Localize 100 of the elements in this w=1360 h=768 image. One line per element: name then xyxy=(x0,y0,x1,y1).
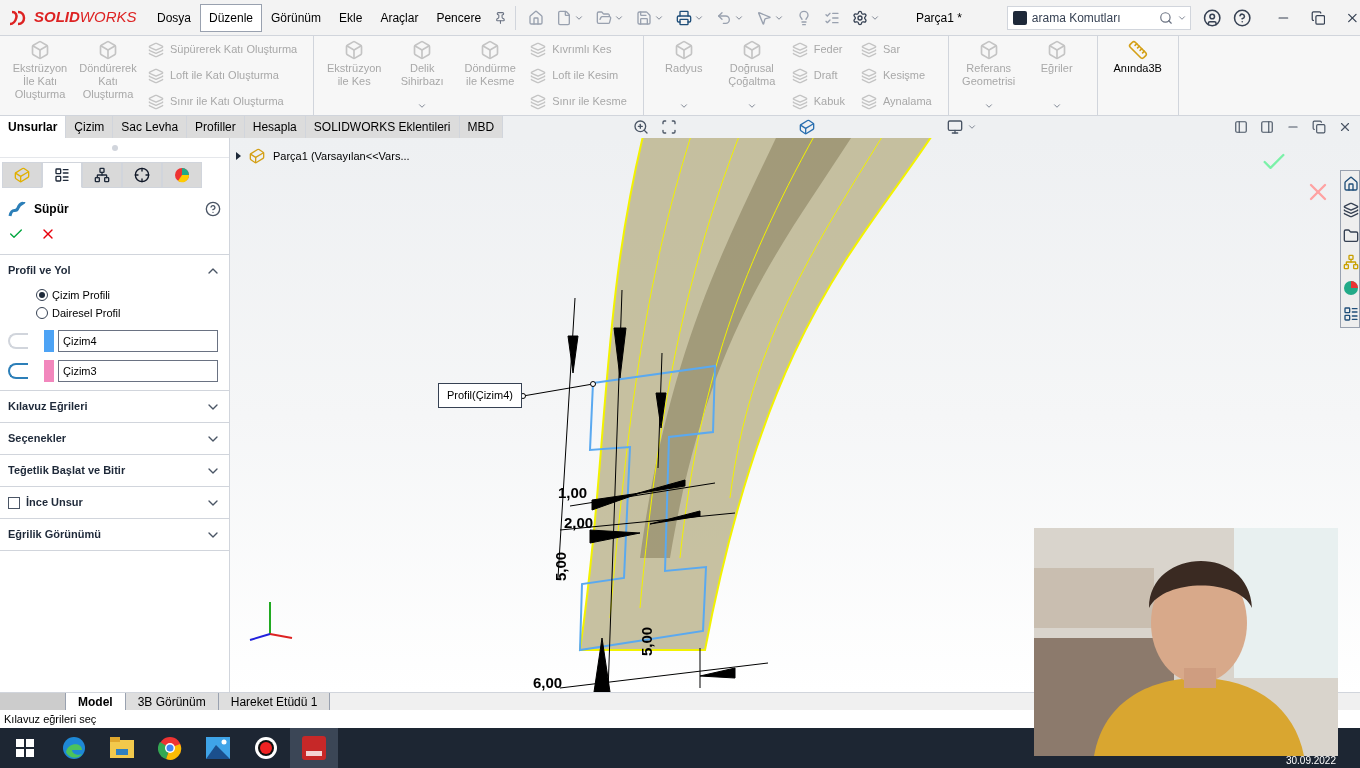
caret-icon[interactable] xyxy=(967,122,978,132)
selection-field[interactable]: Çizim3 xyxy=(58,360,218,382)
feature-icon[interactable] xyxy=(791,93,808,110)
close-icon[interactable] xyxy=(1338,120,1352,134)
part-icon xyxy=(14,167,30,183)
command-tab[interactable]: Çizim xyxy=(66,116,114,138)
zoom-area-icon[interactable] xyxy=(661,119,678,135)
section-title[interactable]: Seçenekler xyxy=(8,430,199,447)
menu-item[interactable]: Araçlar xyxy=(371,3,428,32)
dimension-label[interactable]: 1,00 xyxy=(558,484,588,501)
radio-label[interactable]: Dairesel Profil xyxy=(52,304,121,322)
properties-icon[interactable] xyxy=(1343,306,1359,322)
dimension-label[interactable]: 5,00 xyxy=(638,626,656,657)
search-field[interactable]: arama Komutları xyxy=(1006,5,1191,30)
checkbox[interactable] xyxy=(8,496,20,509)
menu-item[interactable]: Pencere xyxy=(427,3,491,32)
pin-icon[interactable] xyxy=(494,10,507,25)
user-icon[interactable] xyxy=(1202,7,1222,28)
selection-field[interactable]: Çizim4 xyxy=(58,330,218,352)
pointer-icon[interactable] xyxy=(755,9,772,26)
command-tab[interactable]: Unsurlar xyxy=(0,116,67,138)
feature-icon[interactable] xyxy=(148,93,164,110)
dimension-label[interactable]: 2,00 xyxy=(564,514,594,531)
command-tab[interactable]: Sac Levha xyxy=(113,116,188,138)
panel-tab[interactable] xyxy=(82,162,122,188)
panel-tab[interactable] xyxy=(122,162,162,188)
windows-start-icon[interactable] xyxy=(16,739,34,757)
menu-item[interactable]: Ekle xyxy=(330,3,372,32)
feature-icon[interactable] xyxy=(860,41,877,58)
save-icon[interactable] xyxy=(635,9,652,26)
restore-icon[interactable] xyxy=(1310,9,1326,26)
feature-icon[interactable] xyxy=(1046,40,1067,60)
ribbon-command[interactable]: Anında3B xyxy=(1113,62,1162,75)
profile-icon xyxy=(8,333,28,349)
feature-icon[interactable] xyxy=(741,40,762,60)
previous-view-icon[interactable] xyxy=(1234,120,1248,134)
menu-item[interactable]: Düzenle xyxy=(200,3,262,32)
settings-icon[interactable] xyxy=(851,9,868,26)
model-tab[interactable]: Hareket Etüdü 1 xyxy=(218,693,331,710)
tree-root[interactable]: Parça1 (Varsayılan<<Vars... xyxy=(273,148,410,165)
photos-icon[interactable] xyxy=(206,737,230,759)
model-tab[interactable]: 3B Görünüm xyxy=(125,693,219,710)
folder-icon[interactable] xyxy=(1343,228,1359,244)
feature-icon[interactable] xyxy=(148,41,164,58)
zoom-icon[interactable] xyxy=(633,119,650,135)
search-icon[interactable] xyxy=(1158,10,1173,25)
dimension-label[interactable]: 6,00 xyxy=(533,674,563,691)
color-wheel-icon[interactable] xyxy=(1343,280,1359,296)
ruler-icon[interactable] xyxy=(1127,40,1148,60)
command-tab[interactable]: Profiller xyxy=(187,116,245,138)
expand-arrow-icon[interactable] xyxy=(236,152,241,161)
feature-icon[interactable] xyxy=(344,40,365,60)
taskbar-date: 30.09.2022 xyxy=(1285,753,1336,768)
folder-icon[interactable] xyxy=(110,737,134,759)
feature-icon[interactable] xyxy=(412,40,433,60)
home-icon[interactable] xyxy=(1343,176,1359,192)
section-title[interactable]: İnce Unsur xyxy=(26,494,199,511)
dimension-label[interactable]: 5,00 xyxy=(552,551,570,582)
feature-icon[interactable] xyxy=(530,93,547,110)
command-tab[interactable]: SOLIDWORKS Eklentileri xyxy=(305,116,460,138)
panel-tab[interactable] xyxy=(42,162,82,188)
feature-icon[interactable] xyxy=(480,40,501,60)
feature-icon[interactable] xyxy=(860,93,877,110)
model-tab[interactable]: Model xyxy=(66,693,126,710)
chrome-icon[interactable] xyxy=(158,736,182,760)
feature-icon[interactable] xyxy=(530,67,547,84)
section-title[interactable]: Eğrilik Görünümü xyxy=(8,526,199,543)
menu-item[interactable]: Dosya xyxy=(147,3,200,32)
print-icon[interactable] xyxy=(675,9,692,26)
app-taskbar-icon[interactable] xyxy=(302,736,326,760)
feature-icon[interactable] xyxy=(978,40,999,60)
radio-label[interactable]: Çizim Profili xyxy=(52,286,111,304)
view-cube-icon[interactable] xyxy=(799,119,816,135)
splitter-handle[interactable] xyxy=(111,144,118,151)
help-icon[interactable] xyxy=(1233,7,1252,28)
undo-icon[interactable] xyxy=(715,9,732,26)
command-tab[interactable]: MBD xyxy=(459,116,504,138)
next-view-icon[interactable] xyxy=(1260,120,1274,134)
help-icon[interactable] xyxy=(205,201,221,217)
feature-icon[interactable] xyxy=(860,67,877,84)
feature-icon[interactable] xyxy=(30,40,50,60)
command-tab[interactable]: Hesapla xyxy=(244,116,306,138)
app-logo: SOLIDWORKS xyxy=(34,7,137,28)
feature-icon[interactable] xyxy=(791,67,808,84)
feature-icon[interactable] xyxy=(530,41,547,58)
feature-icon[interactable] xyxy=(148,67,164,84)
feature-icon[interactable] xyxy=(98,40,118,60)
section-title[interactable]: Kılavuz Eğrileri xyxy=(8,398,199,415)
section-title[interactable]: Profil ve Yol xyxy=(8,262,199,279)
restore-icon[interactable] xyxy=(1312,120,1326,134)
new-document-icon[interactable] xyxy=(555,9,572,26)
menu-item[interactable]: Görünüm xyxy=(262,3,331,32)
browser-icon[interactable] xyxy=(62,736,86,760)
display-icon[interactable] xyxy=(947,119,964,135)
sweep-icon xyxy=(8,200,26,218)
feature-icon[interactable] xyxy=(673,40,694,60)
section-title[interactable]: Teğetlik Başlat ve Bitir xyxy=(8,462,199,479)
record-icon[interactable] xyxy=(254,736,278,760)
feature-icon[interactable] xyxy=(791,41,808,58)
callout-label[interactable]: Profil(Çizim4) xyxy=(438,383,522,408)
